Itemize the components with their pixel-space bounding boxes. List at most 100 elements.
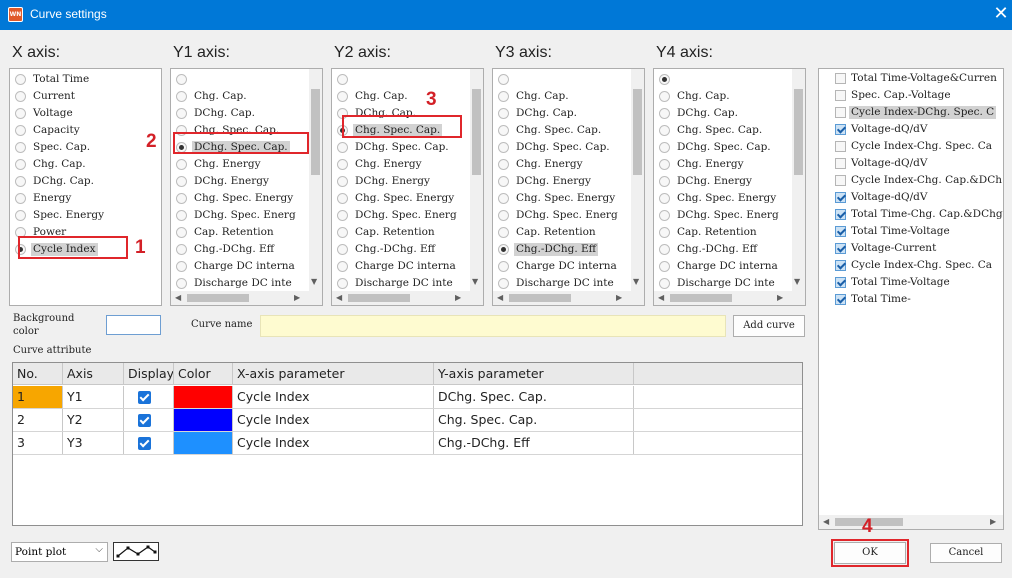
checkbox-icon[interactable] [835, 158, 846, 169]
axis-option[interactable]: Chg.-DChg. Eff [654, 241, 792, 258]
axis-option[interactable]: Chg. Spec. Energy [332, 190, 470, 207]
cell-y-param[interactable]: Chg.-DChg. Eff [434, 432, 634, 454]
cancel-button[interactable]: Cancel [930, 543, 1002, 563]
scrollbar-thumb[interactable] [670, 294, 732, 302]
axis-option[interactable]: Chg. Energy [654, 156, 792, 173]
display-checkbox[interactable] [138, 414, 151, 427]
axis-option[interactable]: DChg. Energy [493, 173, 631, 190]
checkbox-icon[interactable] [835, 209, 846, 220]
axis-option[interactable]: DChg. Spec. Energ [171, 207, 309, 224]
vertical-scrollbar[interactable]: ▼ [309, 69, 322, 291]
scrollbar-thumb[interactable] [311, 89, 320, 175]
axis-option[interactable]: Chg. Spec. Cap. [493, 122, 631, 139]
horizontal-scrollbar[interactable]: ◀ ▶ [654, 291, 805, 305]
checkbox-icon[interactable] [835, 141, 846, 152]
axis-option[interactable]: Cap. Retention [171, 224, 309, 241]
axis-option[interactable]: Chg. Energy [332, 156, 470, 173]
checkbox-icon[interactable] [835, 90, 846, 101]
scroll-right-icon[interactable]: ▶ [777, 293, 783, 303]
vertical-scrollbar[interactable]: ▼ [631, 69, 644, 291]
checkbox-icon[interactable] [835, 192, 846, 203]
cell-x-param[interactable]: Cycle Index [233, 432, 434, 454]
y1-axis-list[interactable]: Chg. Cap. DChg. Cap. Chg. Spec. Cap. DChg. … [170, 68, 323, 306]
axis-option[interactable]: Spec. Energy [10, 207, 161, 224]
cell-color[interactable] [174, 432, 233, 454]
scroll-left-icon[interactable]: ◀ [336, 293, 342, 303]
axis-option[interactable]: Chg. Cap. [332, 88, 470, 105]
axis-option[interactable]: Total Time [10, 71, 161, 88]
vertical-scrollbar[interactable]: ▼ [792, 69, 805, 291]
cell-y-param[interactable]: Chg. Spec. Cap. [434, 409, 634, 431]
scrollbar-thumb[interactable] [509, 294, 571, 302]
axis-option[interactable]: Current [10, 88, 161, 105]
color-swatch[interactable] [174, 409, 232, 431]
horizontal-scrollbar[interactable]: ◀ ▶ [332, 291, 483, 305]
cell-display[interactable] [124, 386, 174, 408]
axis-option[interactable]: Chg.-DChg. Eff [493, 241, 631, 258]
axis-option[interactable]: DChg. Energy [332, 173, 470, 190]
line-style-button[interactable] [113, 542, 159, 561]
saved-curve-item[interactable]: Total Time-Voltage [819, 223, 1003, 240]
saved-curves-list[interactable]: Total Time-Voltage&Curren Spec. Cap.-Volt… [818, 68, 1004, 530]
table-row[interactable]: 1 Y1 Cycle Index DChg. Spec. Cap. [13, 386, 802, 409]
saved-curve-item[interactable]: Cycle Index-DChg. Spec. C [819, 104, 1003, 121]
scroll-down-icon[interactable]: ▼ [633, 277, 639, 287]
checkbox-icon[interactable] [835, 277, 846, 288]
display-checkbox[interactable] [138, 391, 151, 404]
axis-option[interactable]: Discharge DC inte [493, 275, 631, 292]
scroll-down-icon[interactable]: ▼ [311, 277, 317, 287]
saved-curve-item[interactable]: Voltage-dQ/dV [819, 121, 1003, 138]
axis-option[interactable]: DChg. Energy [654, 173, 792, 190]
axis-option[interactable]: Chg. Spec. Energy [654, 190, 792, 207]
scroll-left-icon[interactable]: ◀ [823, 517, 829, 527]
checkbox-icon[interactable] [835, 124, 846, 135]
scroll-right-icon[interactable]: ▶ [990, 517, 996, 527]
checkbox-icon[interactable] [835, 73, 846, 84]
scrollbar-thumb[interactable] [348, 294, 410, 302]
axis-option[interactable]: Discharge DC inte [171, 275, 309, 292]
y2-axis-list[interactable]: Chg. Cap. DChg. Cap. Chg. Spec. Cap. DChg. … [331, 68, 484, 306]
axis-option[interactable]: Capacity [10, 122, 161, 139]
horizontal-scrollbar[interactable]: ◀ ▶ [171, 291, 322, 305]
axis-option[interactable]: Charge DC interna [171, 258, 309, 275]
axis-option[interactable]: Charge DC interna [654, 258, 792, 275]
checkbox-icon[interactable] [835, 243, 846, 254]
scrollbar-thumb[interactable] [794, 89, 803, 175]
cell-y-param[interactable]: DChg. Spec. Cap. [434, 386, 634, 408]
scroll-down-icon[interactable]: ▼ [794, 277, 800, 287]
horizontal-scrollbar[interactable]: ◀ ▶ [493, 291, 644, 305]
saved-curve-item[interactable]: Spec. Cap.-Voltage [819, 87, 1003, 104]
plot-type-select[interactable]: Point plot ⌵ [11, 542, 108, 562]
scroll-left-icon[interactable]: ◀ [658, 293, 664, 303]
axis-option[interactable]: DChg. Cap. [171, 105, 309, 122]
saved-curve-item[interactable]: Cycle Index-Chg. Spec. Ca [819, 257, 1003, 274]
saved-curve-item[interactable]: Cycle Index-Chg. Spec. Ca [819, 138, 1003, 155]
cell-display[interactable] [124, 432, 174, 454]
axis-option[interactable]: DChg. Spec. Energ [654, 207, 792, 224]
axis-option[interactable]: Discharge DC inte [654, 275, 792, 292]
axis-option[interactable]: Chg. Spec. Cap. [654, 122, 792, 139]
axis-option[interactable]: Chg. Spec. Energy [493, 190, 631, 207]
cell-x-param[interactable]: Cycle Index [233, 409, 434, 431]
saved-curve-item[interactable]: Cycle Index-Chg. Cap.&DCh [819, 172, 1003, 189]
axis-option[interactable]: DChg. Spec. Cap. [332, 139, 470, 156]
axis-option[interactable]: DChg. Spec. Cap. [493, 139, 631, 156]
scroll-left-icon[interactable]: ◀ [497, 293, 503, 303]
saved-curve-item[interactable]: Total Time- [819, 291, 1003, 308]
scroll-down-icon[interactable]: ▼ [472, 277, 478, 287]
axis-option[interactable]: Chg. Cap. [654, 88, 792, 105]
axis-option[interactable]: Chg. Energy [493, 156, 631, 173]
background-color-swatch[interactable] [106, 315, 161, 335]
scrollbar-thumb[interactable] [633, 89, 642, 175]
axis-option[interactable]: Energy [10, 190, 161, 207]
axis-option[interactable]: Cap. Retention [493, 224, 631, 241]
axis-option[interactable]: Chg. Cap. [10, 156, 161, 173]
close-icon[interactable]: ✕ [990, 3, 1012, 25]
color-swatch[interactable] [174, 432, 232, 454]
axis-option[interactable]: Chg. Cap. [171, 88, 309, 105]
cell-color[interactable] [174, 386, 233, 408]
axis-option[interactable]: Chg. Energy [171, 156, 309, 173]
axis-option[interactable]: Chg.-DChg. Eff [332, 241, 470, 258]
axis-option[interactable]: DChg. Spec. Energ [332, 207, 470, 224]
axis-option[interactable]: Chg. Spec. Energy [171, 190, 309, 207]
